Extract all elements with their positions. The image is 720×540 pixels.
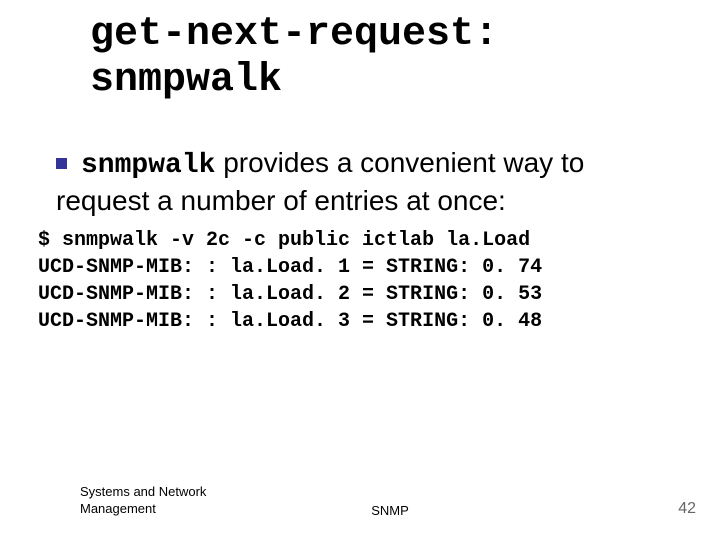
footer-center-text: SNMP [371,503,409,518]
title-line-2: snmpwalk [90,58,282,103]
code-block: $ snmpwalk -v 2c -c public ictlab la.Loa… [38,227,680,335]
code-line-4: UCD-SNMP-MIB: : la.Load. 3 = STRING: 0. … [38,310,542,333]
bullet-code-word: snmpwalk [81,150,215,181]
footer-center: SNMP [0,503,720,518]
slide-title: get-next-request: snmpwalk [90,12,680,104]
slide: get-next-request: snmpwalk snmpwalk prov… [0,0,720,540]
bullet-square-icon [56,158,67,169]
code-line-2: UCD-SNMP-MIB: : la.Load. 1 = STRING: 0. … [38,256,542,279]
code-line-3: UCD-SNMP-MIB: : la.Load. 2 = STRING: 0. … [38,283,542,306]
footer-left-line-1: Systems and Network [80,484,206,499]
code-line-1: $ snmpwalk -v 2c -c public ictlab la.Loa… [38,229,530,252]
title-line-1: get-next-request: [90,12,498,57]
bullet-item: snmpwalk provides a convenient way to re… [56,145,680,218]
page-number: 42 [678,500,696,518]
